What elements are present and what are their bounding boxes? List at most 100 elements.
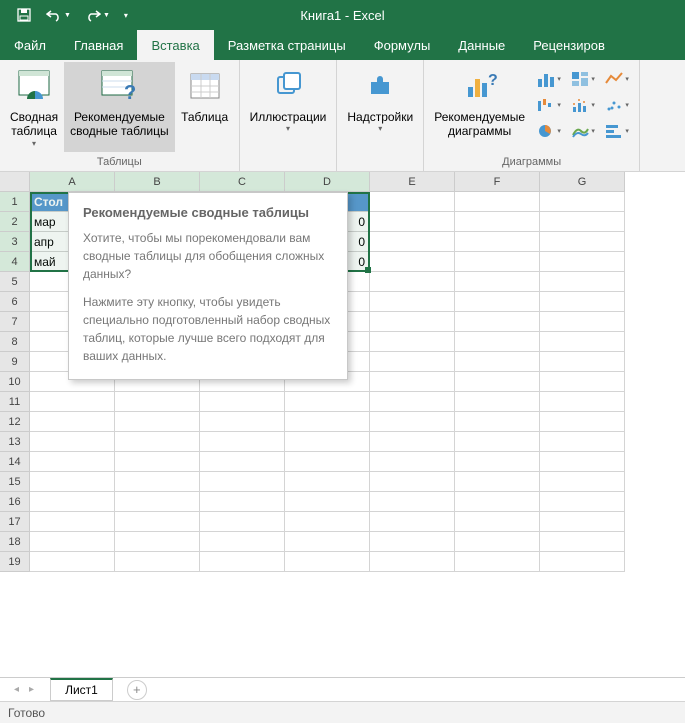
cell-G19[interactable] <box>540 552 625 572</box>
cell-G11[interactable] <box>540 392 625 412</box>
cell-B15[interactable] <box>115 472 200 492</box>
row-header[interactable]: 14 <box>0 452 30 472</box>
tab-insert[interactable]: Вставка <box>137 30 213 60</box>
sheet-nav-prev[interactable]: ◂ <box>10 684 23 695</box>
tab-file[interactable]: Файл <box>0 30 60 60</box>
cell-E8[interactable] <box>370 332 455 352</box>
cell-G1[interactable] <box>540 192 625 212</box>
cell-F6[interactable] <box>455 292 540 312</box>
column-chart-button[interactable]: ▾ <box>535 68 563 90</box>
cell-E10[interactable] <box>370 372 455 392</box>
cell-F3[interactable] <box>455 232 540 252</box>
cell-C16[interactable] <box>200 492 285 512</box>
bar-chart-button[interactable]: ▾ <box>603 120 631 142</box>
tab-home[interactable]: Главная <box>60 30 137 60</box>
cell-B14[interactable] <box>115 452 200 472</box>
cell-F19[interactable] <box>455 552 540 572</box>
cell-G3[interactable] <box>540 232 625 252</box>
cell-B11[interactable] <box>115 392 200 412</box>
row-header[interactable]: 8 <box>0 332 30 352</box>
row-header[interactable]: 16 <box>0 492 30 512</box>
addins-button[interactable]: Надстройки ▾ <box>341 62 419 152</box>
cell-C17[interactable] <box>200 512 285 532</box>
cell-E18[interactable] <box>370 532 455 552</box>
cell-B17[interactable] <box>115 512 200 532</box>
cell-E19[interactable] <box>370 552 455 572</box>
row-header[interactable]: 12 <box>0 412 30 432</box>
cell-A11[interactable] <box>30 392 115 412</box>
cell-A14[interactable] <box>30 452 115 472</box>
recommended-pivot-tables-button[interactable]: ? Рекомендуемые сводные таблицы <box>64 62 174 152</box>
cell-E4[interactable] <box>370 252 455 272</box>
undo-button[interactable]: ▼ <box>42 6 75 24</box>
cell-G12[interactable] <box>540 412 625 432</box>
cell-E3[interactable] <box>370 232 455 252</box>
cell-E6[interactable] <box>370 292 455 312</box>
row-header[interactable]: 19 <box>0 552 30 572</box>
cell-F16[interactable] <box>455 492 540 512</box>
cell-F1[interactable] <box>455 192 540 212</box>
cell-B13[interactable] <box>115 432 200 452</box>
cell-G6[interactable] <box>540 292 625 312</box>
tab-data[interactable]: Данные <box>444 30 519 60</box>
hierarchy-chart-button[interactable]: ▾ <box>569 68 597 90</box>
col-header-D[interactable]: D <box>285 172 370 192</box>
cell-F2[interactable] <box>455 212 540 232</box>
line-chart-button[interactable]: ▾ <box>603 68 631 90</box>
cell-E1[interactable] <box>370 192 455 212</box>
row-header[interactable]: 2 <box>0 212 30 232</box>
cell-G17[interactable] <box>540 512 625 532</box>
add-sheet-button[interactable]: + <box>127 680 147 700</box>
row-header[interactable]: 10 <box>0 372 30 392</box>
cell-B12[interactable] <box>115 412 200 432</box>
cell-E15[interactable] <box>370 472 455 492</box>
cell-F18[interactable] <box>455 532 540 552</box>
cell-E14[interactable] <box>370 452 455 472</box>
row-header[interactable]: 1 <box>0 192 30 212</box>
cell-D14[interactable] <box>285 452 370 472</box>
cell-E17[interactable] <box>370 512 455 532</box>
cell-D13[interactable] <box>285 432 370 452</box>
row-header[interactable]: 7 <box>0 312 30 332</box>
cell-F10[interactable] <box>455 372 540 392</box>
cell-G2[interactable] <box>540 212 625 232</box>
save-button[interactable] <box>12 5 36 25</box>
cell-G16[interactable] <box>540 492 625 512</box>
cell-D16[interactable] <box>285 492 370 512</box>
cell-C19[interactable] <box>200 552 285 572</box>
cell-A12[interactable] <box>30 412 115 432</box>
cell-F8[interactable] <box>455 332 540 352</box>
row-header[interactable]: 17 <box>0 512 30 532</box>
cell-F7[interactable] <box>455 312 540 332</box>
cell-D17[interactable] <box>285 512 370 532</box>
cell-D19[interactable] <box>285 552 370 572</box>
row-header[interactable]: 15 <box>0 472 30 492</box>
select-all-cell[interactable] <box>0 172 30 192</box>
cell-C15[interactable] <box>200 472 285 492</box>
col-header-C[interactable]: C <box>200 172 285 192</box>
row-header[interactable]: 18 <box>0 532 30 552</box>
pie-chart-button[interactable]: ▾ <box>535 120 563 142</box>
cell-G13[interactable] <box>540 432 625 452</box>
cell-G8[interactable] <box>540 332 625 352</box>
redo-button[interactable]: ▼ <box>81 6 114 24</box>
cell-F13[interactable] <box>455 432 540 452</box>
cell-C14[interactable] <box>200 452 285 472</box>
tab-review[interactable]: Рецензиров <box>519 30 619 60</box>
cell-E7[interactable] <box>370 312 455 332</box>
cell-A19[interactable] <box>30 552 115 572</box>
cell-A18[interactable] <box>30 532 115 552</box>
cell-D11[interactable] <box>285 392 370 412</box>
cell-F11[interactable] <box>455 392 540 412</box>
cell-D15[interactable] <box>285 472 370 492</box>
tab-formulas[interactable]: Формулы <box>360 30 445 60</box>
recommended-charts-button[interactable]: ? Рекомендуемые диаграммы <box>428 62 531 152</box>
cell-C11[interactable] <box>200 392 285 412</box>
row-header[interactable]: 11 <box>0 392 30 412</box>
cell-D18[interactable] <box>285 532 370 552</box>
sheet-tab-1[interactable]: Лист1 <box>50 678 113 701</box>
col-header-A[interactable]: A <box>30 172 115 192</box>
cell-G14[interactable] <box>540 452 625 472</box>
cell-G7[interactable] <box>540 312 625 332</box>
row-header[interactable]: 4 <box>0 252 30 272</box>
